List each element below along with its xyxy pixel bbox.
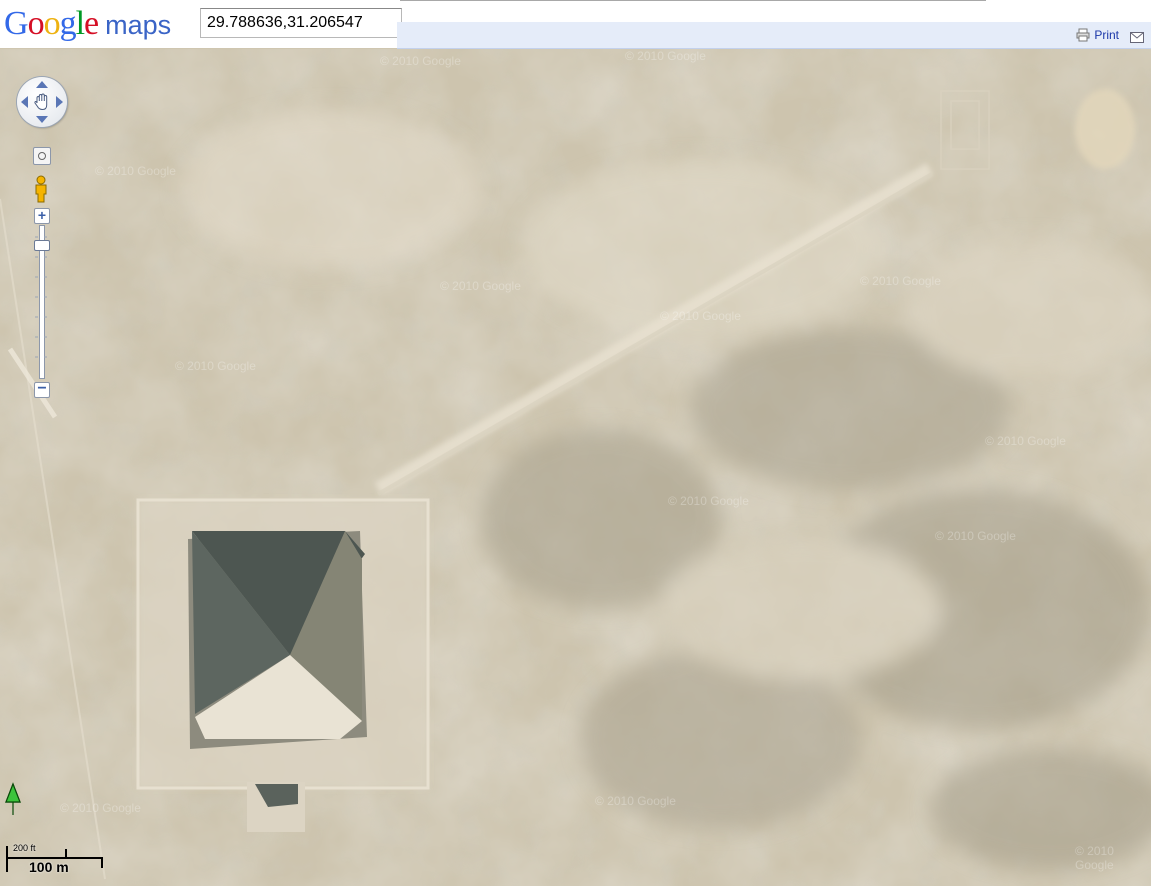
- map-watermark: © 2010 Google: [625, 49, 706, 63]
- divider: [400, 0, 986, 1]
- pan-up-arrow[interactable]: [36, 81, 48, 88]
- print-link[interactable]: Print: [1076, 28, 1119, 42]
- map-watermark: © 2010 Google: [175, 359, 256, 373]
- printer-icon: [1076, 28, 1090, 42]
- pan-control[interactable]: [17, 77, 67, 127]
- google-maps-logo[interactable]: Google maps: [4, 4, 171, 44]
- logo-letter: G: [4, 5, 29, 42]
- zoom-in-button[interactable]: +: [34, 208, 50, 224]
- logo-letter: l: [75, 5, 86, 42]
- map-watermark: © 2010 Google: [380, 54, 461, 68]
- pan-down-arrow[interactable]: [36, 116, 48, 123]
- pan-right-arrow[interactable]: [56, 96, 63, 108]
- map-watermark: © 2010 Google: [95, 164, 176, 178]
- north-indicator: [2, 782, 24, 821]
- logo-letter: e: [84, 5, 99, 42]
- map-watermark: © 2010 Google: [860, 274, 941, 288]
- streetview-pegman[interactable]: [33, 175, 49, 208]
- logo-maps-text: maps: [105, 10, 172, 40]
- map-watermark: © 2010 Google: [660, 309, 741, 323]
- map-watermark: © 2010 Google: [440, 279, 521, 293]
- logo-letter: o: [43, 5, 61, 42]
- scale-imperial-label: 200 ft: [13, 843, 36, 853]
- header-bar: Google maps Print: [0, 0, 1151, 49]
- logo-letter: o: [27, 5, 45, 42]
- link-bar: [397, 22, 1151, 49]
- pegman-icon: [35, 175, 47, 203]
- map-watermark: © 2010 Google: [668, 494, 749, 508]
- envelope-icon: [1130, 32, 1144, 43]
- scale-metric-label: 100 m: [29, 859, 69, 875]
- map-watermark: © 2010 Google: [935, 529, 1016, 543]
- zoom-slider-handle[interactable]: [34, 240, 50, 251]
- print-label: Print: [1094, 28, 1119, 42]
- search-input[interactable]: [200, 8, 402, 38]
- hand-icon: [34, 93, 48, 111]
- map-canvas[interactable]: © 2010 Google © 2010 Google © 2010 Googl…: [0, 49, 1151, 886]
- pan-left-arrow[interactable]: [21, 96, 28, 108]
- reset-view-button[interactable]: [33, 147, 51, 165]
- map-watermark: © 2010 Google: [1075, 844, 1114, 872]
- logo-letter: g: [59, 5, 77, 42]
- send-link[interactable]: [1130, 30, 1144, 48]
- zoom-out-button[interactable]: −: [34, 381, 50, 398]
- map-watermark: © 2010 Google: [60, 801, 141, 815]
- north-arrow-icon: [5, 782, 21, 815]
- map-watermark: © 2010 Google: [595, 794, 676, 808]
- map-watermark: © 2010 Google: [985, 434, 1066, 448]
